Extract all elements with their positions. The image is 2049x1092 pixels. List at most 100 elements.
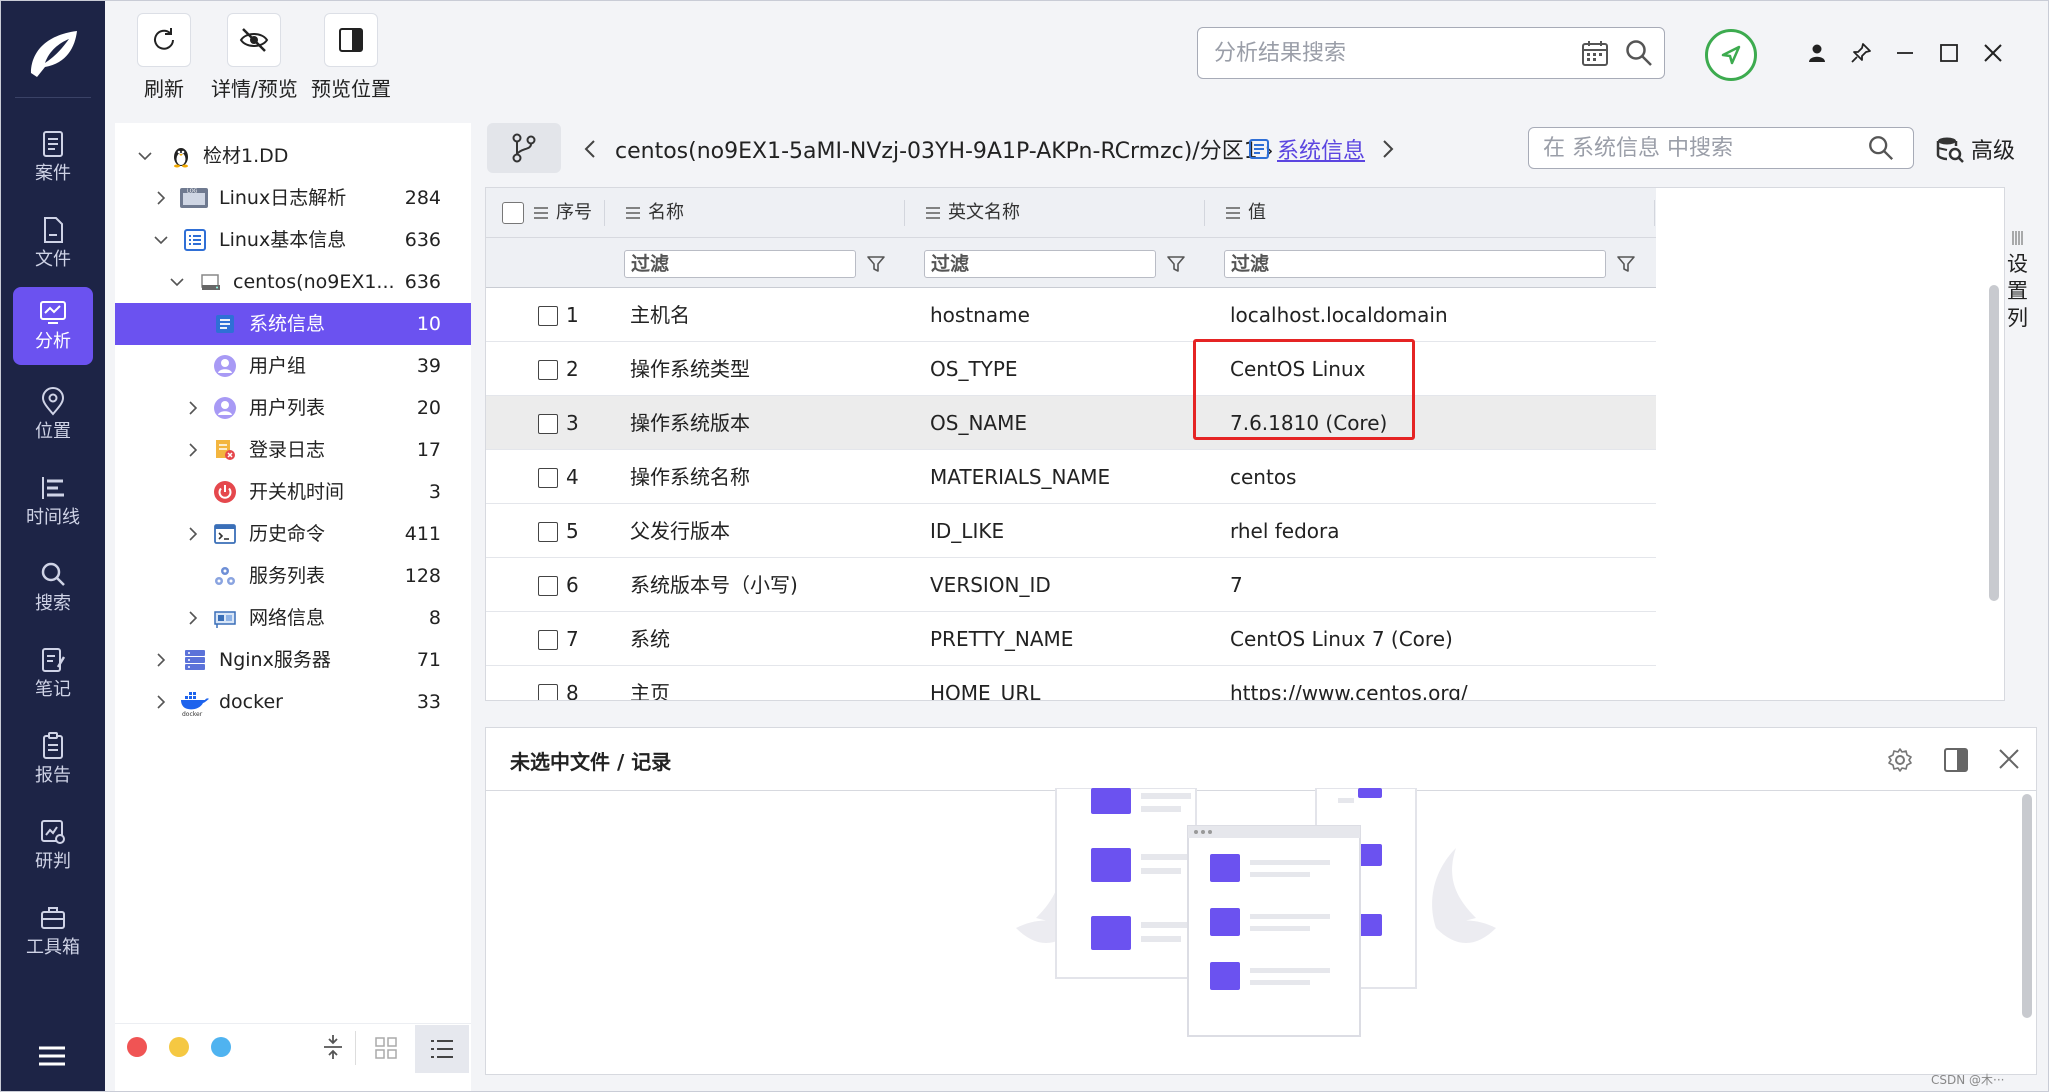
- chevron-right-icon[interactable]: [153, 694, 169, 710]
- result-search-box[interactable]: [1197, 27, 1665, 79]
- chevron-left-icon[interactable]: [583, 139, 597, 159]
- column-menu-icon[interactable]: [534, 207, 548, 219]
- table-row[interactable]: 8 主页 HOME_URL https://www.centos.org/: [486, 666, 1656, 700]
- column-header-value[interactable]: 值: [1248, 188, 1266, 238]
- row-checkbox[interactable]: [538, 576, 558, 596]
- column-separator[interactable]: [1204, 200, 1205, 226]
- rail-item-report[interactable]: 报告: [13, 721, 93, 799]
- maximize-button[interactable]: [1931, 35, 1967, 71]
- row-checkbox[interactable]: [538, 522, 558, 542]
- column-menu-icon[interactable]: [926, 207, 940, 219]
- collapse-all-icon[interactable]: [321, 1033, 345, 1061]
- close-button[interactable]: [1975, 35, 2011, 71]
- search-icon[interactable]: [1867, 134, 1895, 162]
- tree-item-user-group[interactable]: 用户组 39: [115, 345, 471, 387]
- filter-input-value[interactable]: [1224, 250, 1606, 278]
- table-row[interactable]: 1 主机名 hostname localhost.localdomain: [486, 288, 1656, 342]
- column-header-en-name[interactable]: 英文名称: [948, 188, 1020, 238]
- breadcrumb-path[interactable]: centos(no9EX1-5aMI-NVzj-03YH-9A1P-AKPn-R…: [615, 133, 1274, 165]
- hamburger-menu-icon[interactable]: [37, 1045, 67, 1067]
- rail-item-case[interactable]: 案件: [13, 119, 93, 197]
- chevron-right-icon[interactable]: [185, 526, 201, 542]
- result-search-input[interactable]: [1214, 38, 1554, 68]
- rail-item-file[interactable]: 文件: [13, 205, 93, 283]
- set-columns-tab[interactable]: 设置列: [2007, 251, 2028, 332]
- table-row[interactable]: 7 系统 PRETTY_NAME CentOS Linux 7 (Core): [486, 612, 1656, 666]
- row-checkbox[interactable]: [538, 414, 558, 434]
- row-checkbox[interactable]: [538, 684, 558, 700]
- row-checkbox[interactable]: [538, 630, 558, 650]
- user-button[interactable]: [1799, 35, 1835, 71]
- table-scrollbar[interactable]: [1989, 285, 1999, 601]
- branch-button[interactable]: [487, 123, 561, 173]
- table-row[interactable]: 4 操作系统名称 MATERIALS_NAME centos: [486, 450, 1656, 504]
- table-row[interactable]: 3 操作系统版本 OS_NAME 7.6.1810 (Core): [486, 396, 1656, 450]
- tree-item-system-info[interactable]: 系统信息 10: [115, 303, 471, 345]
- column-header-name[interactable]: 名称: [648, 188, 684, 238]
- panel-right-icon[interactable]: [1942, 746, 1970, 774]
- filter-funnel-icon[interactable]: [866, 254, 886, 274]
- yellow-tag-dot[interactable]: [169, 1037, 189, 1057]
- chevron-right-icon[interactable]: [153, 652, 169, 668]
- rail-item-judge[interactable]: 研判: [13, 807, 93, 885]
- rail-item-analysis[interactable]: 分析: [13, 287, 93, 365]
- chevron-down-icon[interactable]: [153, 232, 169, 248]
- scoped-search-box[interactable]: [1528, 127, 1914, 169]
- column-menu-icon[interactable]: [626, 207, 640, 219]
- search-icon[interactable]: [1624, 38, 1654, 68]
- chevron-down-icon[interactable]: [169, 274, 185, 290]
- column-header-index[interactable]: 序号: [556, 188, 592, 238]
- rail-item-toolbox[interactable]: 工具箱: [13, 893, 93, 971]
- filter-input-en-name[interactable]: [924, 250, 1156, 278]
- tree-item-linux-log[interactable]: LOG Linux日志解析 284: [115, 177, 471, 219]
- table-row[interactable]: 5 父发行版本 ID_LIKE rhel fedora: [486, 504, 1656, 558]
- tree-item-service-list[interactable]: 服务列表 128: [115, 555, 471, 597]
- breadcrumb-current[interactable]: 系统信息: [1277, 133, 1365, 165]
- column-settings-grip-icon[interactable]: [2011, 231, 2025, 245]
- chevron-right-icon[interactable]: [185, 400, 201, 416]
- filter-input-name[interactable]: [624, 250, 856, 278]
- tree-root[interactable]: 检材1.DD: [115, 135, 471, 177]
- table-row[interactable]: 2 操作系统类型 OS_TYPE CentOS Linux: [486, 342, 1656, 396]
- rail-item-search[interactable]: 搜索: [13, 549, 93, 627]
- close-icon[interactable]: [1996, 746, 2022, 772]
- locate-button[interactable]: [1705, 29, 1757, 81]
- detail-scrollbar[interactable]: [2022, 794, 2032, 1018]
- chevron-down-icon[interactable]: [137, 148, 153, 164]
- chevron-right-icon[interactable]: [1381, 139, 1395, 159]
- calendar-icon[interactable]: [1580, 39, 1610, 69]
- refresh-button[interactable]: 刷新: [137, 13, 191, 102]
- filter-funnel-icon[interactable]: [1166, 254, 1186, 274]
- tree-item-docker[interactable]: docker docker 33: [115, 681, 471, 723]
- rail-item-location[interactable]: 位置: [13, 377, 93, 455]
- gear-icon[interactable]: [1886, 746, 1914, 774]
- red-tag-dot[interactable]: [127, 1037, 147, 1057]
- tree-item-network-info[interactable]: 网络信息 8: [115, 597, 471, 639]
- table-row[interactable]: 6 系统版本号（小写) VERSION_ID 7: [486, 558, 1656, 612]
- tree-item-nginx[interactable]: Nginx服务器 71: [115, 639, 471, 681]
- tree-item-login-log[interactable]: 登录日志 17: [115, 429, 471, 471]
- scoped-search-input[interactable]: [1543, 134, 1853, 162]
- rail-item-timeline[interactable]: 时间线: [13, 463, 93, 541]
- detail-preview-button[interactable]: 详情/预览: [211, 13, 298, 102]
- list-view-button[interactable]: [415, 1025, 469, 1073]
- tree-item-user-list[interactable]: 用户列表 20: [115, 387, 471, 429]
- filter-funnel-icon[interactable]: [1616, 254, 1636, 274]
- pin-button[interactable]: [1843, 35, 1879, 71]
- preview-position-button[interactable]: 预览位置: [311, 13, 391, 102]
- row-checkbox[interactable]: [538, 468, 558, 488]
- select-all-checkbox[interactable]: [502, 202, 524, 224]
- grid-view-icon[interactable]: [375, 1037, 397, 1059]
- column-separator[interactable]: [604, 200, 605, 226]
- tree-item-power-time[interactable]: 开关机时间 3: [115, 471, 471, 513]
- chevron-right-icon[interactable]: [185, 442, 201, 458]
- tree-item-history-command[interactable]: 历史命令 411: [115, 513, 471, 555]
- row-checkbox[interactable]: [538, 306, 558, 326]
- column-separator[interactable]: [904, 200, 905, 226]
- row-checkbox[interactable]: [538, 360, 558, 380]
- chevron-right-icon[interactable]: [185, 610, 201, 626]
- blue-tag-dot[interactable]: [211, 1037, 231, 1057]
- tree-item-centos[interactable]: centos(no9EX1... 636: [115, 261, 471, 303]
- chevron-right-icon[interactable]: [153, 190, 169, 206]
- column-menu-icon[interactable]: [1226, 207, 1240, 219]
